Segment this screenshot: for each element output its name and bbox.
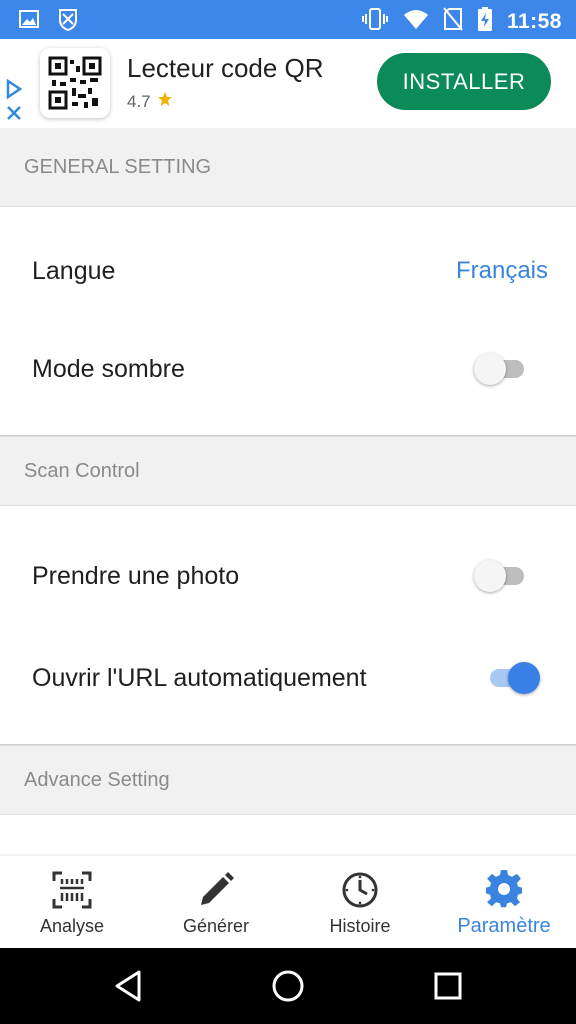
- wifi-icon: [403, 8, 429, 35]
- home-icon[interactable]: [268, 966, 308, 1006]
- no-sim-icon: [443, 7, 463, 36]
- auto-open-url-label: Ouvrir l'URL automatiquement: [32, 663, 367, 692]
- pencil-icon: [194, 868, 238, 912]
- gear-icon: [482, 867, 526, 911]
- system-navigation-bar: [0, 948, 576, 1024]
- ad-banner[interactable]: Lecteur code QR 4.7 INSTALLER: [0, 39, 576, 128]
- back-icon[interactable]: [108, 966, 148, 1006]
- language-value[interactable]: Français: [456, 257, 548, 285]
- shield-icon: [58, 8, 78, 37]
- take-photo-row: Prendre une photo: [0, 536, 576, 616]
- battery-charging-icon: [477, 6, 493, 37]
- nav-item-analyse[interactable]: Analyse: [0, 856, 144, 948]
- install-button[interactable]: INSTALLER: [377, 53, 551, 110]
- auto-open-url-row: Ouvrir l'URL automatiquement: [0, 638, 576, 718]
- section-header-scan: Scan Control: [0, 437, 576, 505]
- image-icon: [18, 8, 40, 37]
- section-header-general: GENERAL SETTING: [0, 128, 576, 206]
- bottom-navigation: Analyse Générer Histoire Paramètre: [0, 856, 576, 948]
- auto-open-url-toggle[interactable]: [484, 658, 540, 698]
- dark-mode-row: Mode sombre: [0, 329, 576, 409]
- recents-icon[interactable]: [428, 966, 468, 1006]
- general-settings-card: Langue Français Mode sombre: [0, 206, 576, 436]
- ad-rating: 4.7: [127, 91, 173, 112]
- rating-value: 4.7: [127, 91, 151, 111]
- take-photo-label: Prendre une photo: [32, 561, 240, 590]
- nav-label-generer: Générer: [182, 915, 250, 936]
- language-label: Langue: [32, 256, 116, 285]
- ad-choices[interactable]: [4, 78, 24, 128]
- language-row[interactable]: Langue Français: [0, 231, 576, 311]
- app-icon: [40, 48, 110, 118]
- nav-item-parametre[interactable]: Paramètre: [432, 856, 576, 948]
- ad-title[interactable]: Lecteur code QR: [127, 53, 324, 84]
- section-header-advance: Advance Setting: [0, 746, 576, 814]
- dark-mode-toggle[interactable]: [474, 349, 530, 389]
- star-icon: [157, 91, 173, 112]
- nav-item-histoire[interactable]: Histoire: [288, 856, 432, 948]
- take-photo-toggle[interactable]: [474, 556, 530, 596]
- dark-mode-label: Mode sombre: [32, 354, 185, 383]
- scan-icon: [50, 868, 94, 912]
- nav-label-histoire: Histoire: [329, 915, 391, 936]
- clock-icon: [338, 868, 382, 912]
- scan-control-card: Prendre une photo Ouvrir l'URL automatiq…: [0, 505, 576, 745]
- clock-time: 11:58: [506, 9, 562, 33]
- nav-item-generer[interactable]: Générer: [144, 856, 288, 948]
- nav-label-analyse: Analyse: [39, 915, 105, 936]
- vibrate-icon: [361, 7, 389, 36]
- nav-label-parametre: Paramètre: [457, 914, 551, 937]
- status-bar: 11:58: [0, 0, 576, 39]
